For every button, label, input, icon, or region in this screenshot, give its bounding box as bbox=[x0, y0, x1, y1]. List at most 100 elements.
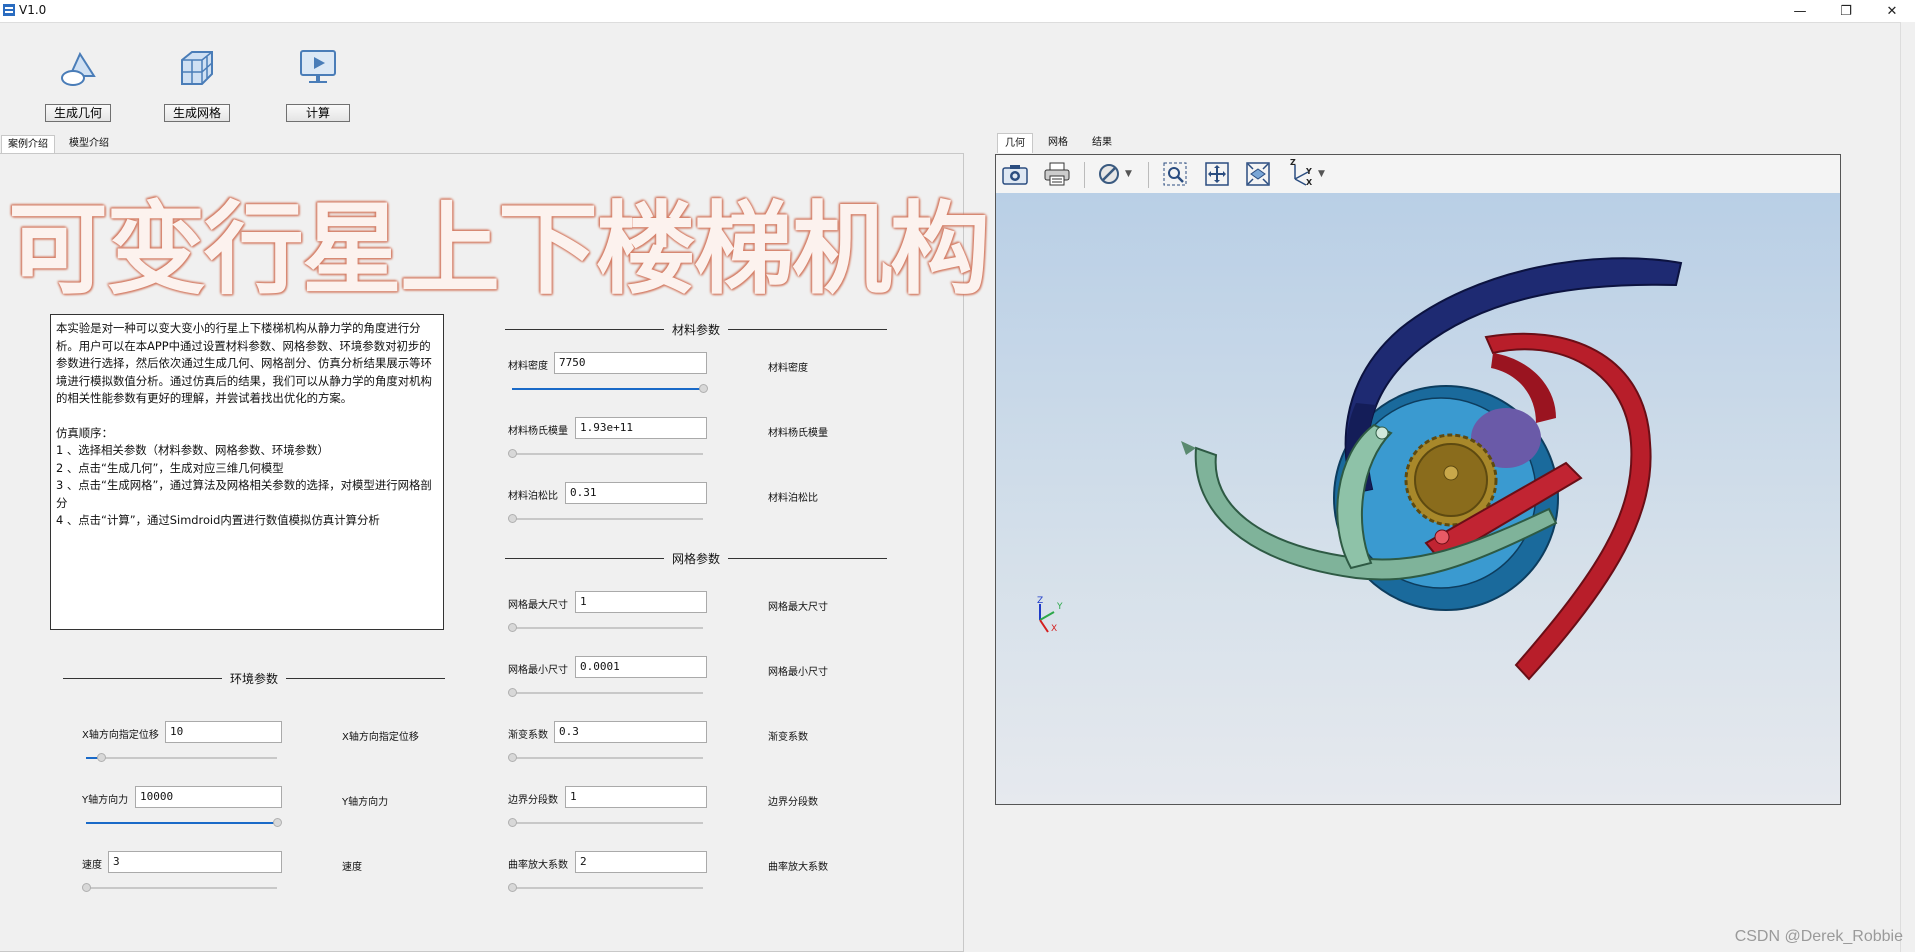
param-label: 材料泊松比 bbox=[508, 491, 558, 502]
param-input[interactable]: 10000 bbox=[135, 786, 282, 808]
toolbar-separator bbox=[1148, 162, 1149, 188]
param-slider-track[interactable] bbox=[512, 627, 703, 629]
tab-geometry[interactable]: 几何 bbox=[997, 133, 1033, 153]
param-slider-knob[interactable] bbox=[508, 753, 517, 762]
param-right-label: 材料泊松比 bbox=[768, 493, 818, 504]
param-slider-track[interactable] bbox=[512, 453, 703, 455]
geometry-icon[interactable] bbox=[58, 50, 98, 90]
param-slider-track[interactable] bbox=[86, 757, 277, 759]
tab-case-intro[interactable]: 案例介绍 bbox=[1, 135, 55, 153]
print-icon[interactable] bbox=[1042, 160, 1072, 188]
minimize-button[interactable]: — bbox=[1777, 0, 1823, 22]
param-right-label: 材料杨氏模量 bbox=[768, 428, 828, 439]
step-item: 4 、点击“计算”，通过Simdroid内置进行数值模拟仿真计算分析 bbox=[56, 513, 380, 527]
generate-geometry-button[interactable]: 生成几何 bbox=[45, 104, 111, 122]
param-input[interactable]: 0.3 bbox=[554, 721, 707, 743]
param-label: X轴方向指定位移 bbox=[82, 730, 159, 741]
param-right-label: 边界分段数 bbox=[768, 797, 818, 808]
param-slider-knob[interactable] bbox=[508, 449, 517, 458]
step-item: 3 、点击“生成网格”，通过算法及网格相关参数的选择，对模型进行网格剖分 bbox=[56, 478, 432, 510]
param-right-label: 网格最小尺寸 bbox=[768, 667, 828, 678]
tab-results[interactable]: 结果 bbox=[1085, 133, 1119, 153]
param-slider-track[interactable] bbox=[512, 518, 703, 520]
param-slider-knob[interactable] bbox=[508, 818, 517, 827]
param-slider-track[interactable] bbox=[512, 757, 703, 759]
param-label: 曲率放大系数 bbox=[508, 860, 568, 871]
param-slider-knob[interactable] bbox=[699, 384, 708, 393]
tab-mesh[interactable]: 网格 bbox=[1041, 133, 1075, 153]
axis-view-z-label: Z bbox=[1290, 158, 1296, 167]
param-input[interactable]: 2 bbox=[575, 851, 707, 873]
param-label: 速度 bbox=[82, 860, 102, 871]
param-right-label: 曲率放大系数 bbox=[768, 862, 828, 873]
3d-viewport[interactable]: Z Y X bbox=[996, 193, 1840, 804]
hide-icon[interactable] bbox=[1094, 160, 1124, 188]
param-right-label: 速度 bbox=[342, 862, 362, 873]
generate-mesh-button[interactable]: 生成网格 bbox=[164, 104, 230, 122]
step-item: 1 、选择相关参数（材料参数、网格参数、环境参数） bbox=[56, 443, 329, 457]
param-slider-knob[interactable] bbox=[273, 818, 282, 827]
env-section-header: 环境参数 bbox=[63, 671, 446, 686]
zoom-window-icon[interactable] bbox=[1160, 160, 1190, 188]
param-right-label: 材料密度 bbox=[768, 363, 808, 374]
param-input[interactable]: 10 bbox=[165, 721, 282, 743]
param-label: 渐变系数 bbox=[508, 730, 548, 741]
param-slider-knob[interactable] bbox=[97, 753, 106, 762]
mesh-section-title: 网格参数 bbox=[672, 551, 721, 566]
axis-y-label: Y bbox=[1057, 602, 1063, 612]
app-icon bbox=[3, 4, 15, 16]
param-slider-fill bbox=[86, 822, 277, 824]
step-item: 2 、点击“生成几何”，生成对应三维几何模型 bbox=[56, 460, 284, 475]
param-slider-knob[interactable] bbox=[508, 514, 517, 523]
chevron-down-icon[interactable]: ▼ bbox=[1125, 169, 1132, 179]
compute-button[interactable]: 计算 bbox=[286, 104, 350, 122]
param-right-label: 渐变系数 bbox=[768, 732, 808, 743]
window-title: V1.0 bbox=[19, 3, 47, 17]
axis-x-label: X bbox=[1051, 624, 1058, 634]
param-slider-knob[interactable] bbox=[508, 623, 517, 632]
fit-view-icon[interactable] bbox=[1202, 160, 1232, 188]
param-label: 材料杨氏模量 bbox=[508, 426, 568, 437]
axis-view-x-label: X bbox=[1306, 178, 1313, 187]
param-slider-track[interactable] bbox=[512, 692, 703, 694]
toolbar-separator bbox=[1084, 162, 1085, 188]
param-label: Y轴方向力 bbox=[82, 795, 129, 806]
param-input[interactable]: 0.0001 bbox=[575, 656, 707, 678]
param-right-label: X轴方向指定位移 bbox=[342, 732, 419, 743]
param-label: 网格最大尺寸 bbox=[508, 600, 568, 611]
env-section-title: 环境参数 bbox=[230, 671, 279, 686]
param-label: 边界分段数 bbox=[508, 795, 558, 806]
description-paragraph: 本实验是对一种可以变大变小的行星上下楼梯机构从静力学的角度进行分析。用户可以在本… bbox=[56, 321, 432, 405]
param-slider-knob[interactable] bbox=[508, 688, 517, 697]
watermark: CSDN @Derek_Robbie bbox=[1734, 928, 1903, 945]
param-slider-track[interactable] bbox=[512, 822, 703, 824]
param-slider-track[interactable] bbox=[86, 887, 277, 889]
param-input[interactable]: 1 bbox=[565, 786, 707, 808]
param-label: 网格最小尺寸 bbox=[508, 665, 568, 676]
mesh-icon[interactable] bbox=[176, 48, 216, 88]
close-button[interactable]: ✕ bbox=[1869, 0, 1915, 22]
param-slider-track[interactable] bbox=[512, 887, 703, 889]
param-input[interactable]: 1.93e+11 bbox=[575, 417, 707, 439]
axis-z-label: Z bbox=[1037, 596, 1044, 606]
param-right-label: 网格最大尺寸 bbox=[768, 602, 828, 613]
expand-view-icon[interactable] bbox=[1243, 160, 1273, 188]
axis-view-y-label: Y bbox=[1306, 167, 1312, 176]
param-input[interactable]: 7750 bbox=[554, 352, 707, 374]
chevron-down-icon[interactable]: ▼ bbox=[1318, 169, 1325, 179]
mechanism-model bbox=[1181, 257, 1683, 681]
camera-icon[interactable] bbox=[1000, 160, 1030, 188]
tab-model-intro[interactable]: 模型介绍 bbox=[63, 135, 115, 153]
param-slider-knob[interactable] bbox=[82, 883, 91, 892]
param-label: 材料密度 bbox=[508, 361, 548, 372]
param-input[interactable]: 3 bbox=[108, 851, 282, 873]
param-input[interactable]: 1 bbox=[575, 591, 707, 613]
param-right-label: Y轴方向力 bbox=[342, 797, 389, 808]
page-title: 可变行星上下楼梯机构 bbox=[8, 191, 990, 308]
compute-icon[interactable] bbox=[298, 47, 338, 87]
mesh-section-header: 网格参数 bbox=[505, 551, 888, 566]
param-input[interactable]: 0.31 bbox=[565, 482, 707, 504]
vertical-scrollbar[interactable] bbox=[1900, 22, 1915, 952]
maximize-button[interactable]: ❐ bbox=[1823, 0, 1869, 22]
param-slider-knob[interactable] bbox=[508, 883, 517, 892]
